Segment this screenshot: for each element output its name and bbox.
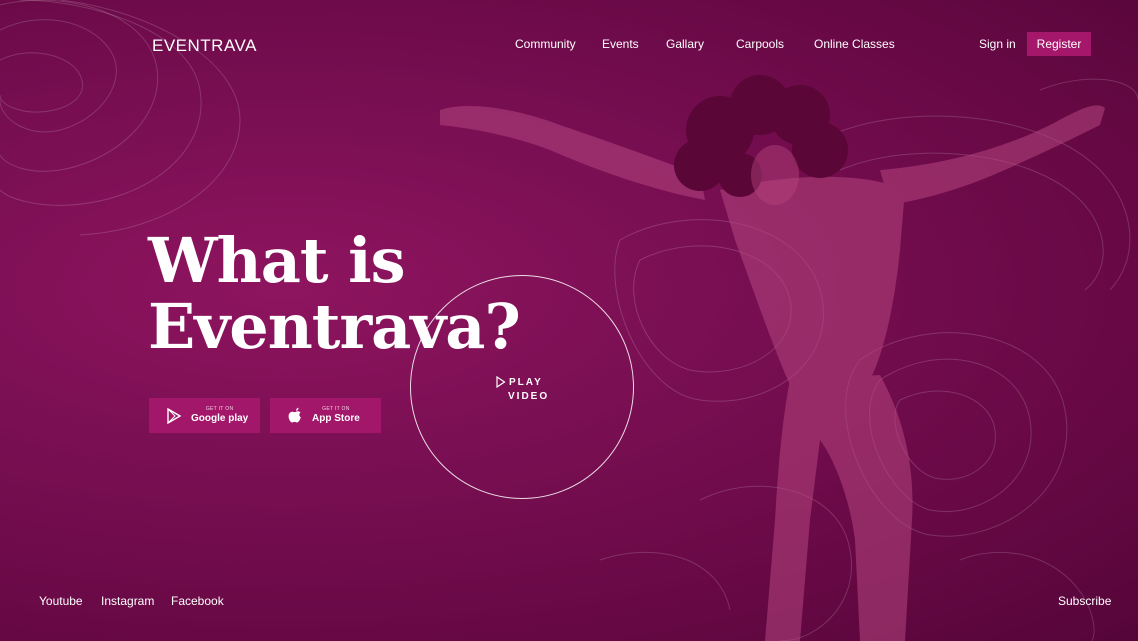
footer-subscribe-link[interactable]: Subscribe: [1058, 594, 1111, 608]
google-play-icon: [165, 407, 183, 425]
footer-facebook-link[interactable]: Facebook: [171, 594, 224, 608]
footer-instagram-link[interactable]: Instagram: [101, 594, 154, 608]
footer-youtube-link[interactable]: Youtube: [39, 594, 83, 608]
apple-icon: [286, 407, 304, 425]
nav-online-classes[interactable]: Online Classes: [814, 37, 895, 51]
brand-logo[interactable]: EVENTRAVA: [152, 36, 257, 56]
app-store-button[interactable]: GET IT ON App Store: [270, 398, 381, 433]
app-store-label: App Store: [312, 413, 360, 424]
register-button[interactable]: Register: [1027, 32, 1091, 56]
nav-events[interactable]: Events: [602, 37, 639, 51]
page: EVENTRAVA Community Events Gallary Carpo…: [0, 0, 1138, 641]
nav-gallary[interactable]: Gallary: [666, 37, 704, 51]
hero-headline-line1: What is: [148, 224, 406, 297]
nav-community[interactable]: Community: [515, 37, 576, 51]
play-label-line1: PLAY: [509, 377, 543, 388]
play-video-label[interactable]: PLAY VIDEO: [497, 376, 549, 404]
google-play-small-label: GET IT ON: [205, 406, 234, 412]
google-play-label: Google play: [191, 413, 249, 424]
nav-carpools[interactable]: Carpools: [736, 37, 784, 51]
sign-in-link[interactable]: Sign in: [979, 37, 1016, 51]
google-play-button[interactable]: GET IT ON Google play: [149, 398, 260, 433]
app-store-small-label: GET IT ON: [322, 406, 350, 412]
play-label-line2: VIDEO: [508, 391, 550, 402]
